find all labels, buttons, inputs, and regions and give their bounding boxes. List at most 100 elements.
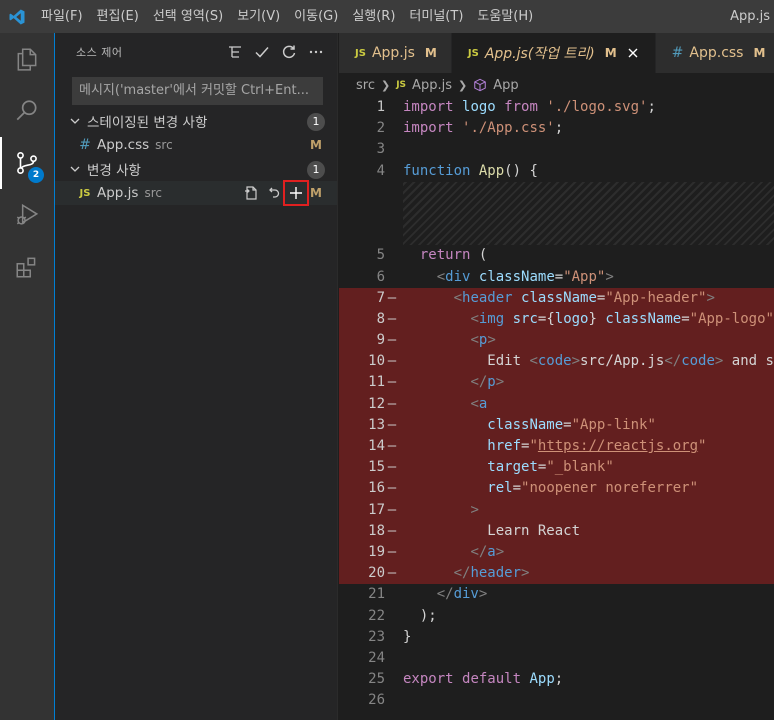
discard-icon xyxy=(269,187,280,198)
search-button[interactable] xyxy=(0,85,54,137)
ellipsis-icon xyxy=(309,50,323,54)
commit-message-input[interactable]: 메시지('master'에서 커밋할 Ctrl+Ent... xyxy=(72,77,323,105)
breadcrumb-folder[interactable]: src xyxy=(356,78,375,93)
changes-count-badge: 1 xyxy=(307,161,325,179)
activity-bar: 2 xyxy=(0,33,54,720)
deleted-line: 14— href="https://reactjs.org" xyxy=(339,436,774,458)
code-line: 21 </div> xyxy=(368,586,488,603)
vscode-logo-icon xyxy=(0,0,34,33)
run-debug-icon xyxy=(16,203,39,225)
chevron-down-icon xyxy=(67,109,83,133)
chevron-right-icon: ❯ xyxy=(457,78,468,92)
breadcrumb-file[interactable]: App.js xyxy=(412,78,452,93)
staged-file-app-css[interactable]: # App.css src M xyxy=(55,133,337,157)
tab-app-css[interactable]: # App.css M xyxy=(655,33,774,73)
deleted-line: 8— <img src={logo} className="App-logo" xyxy=(339,308,774,331)
deleted-line: 7— <header className="App-header"> xyxy=(339,287,774,309)
refresh-button[interactable] xyxy=(280,43,298,61)
deleted-line: 10— Edit <code>src/App.js</code> and s xyxy=(339,351,774,373)
changes-label: 변경 사항 xyxy=(87,163,141,179)
deleted-line: 15— target="_blank" xyxy=(339,457,774,479)
editor-tabs: JS App.js M JS App.js(작업 트리) M # App.css… xyxy=(339,33,774,73)
js-file-icon: JS xyxy=(355,47,366,59)
menu-help[interactable]: 도움말(H) xyxy=(470,0,540,33)
title-bar: 파일(F) 편집(E) 선택 영역(S) 보기(V) 이동(G) 실행(R) 터… xyxy=(0,0,774,33)
tab-modified-badge: M xyxy=(604,46,617,60)
code-line: 1 import logo from './logo.svg'; xyxy=(376,99,656,115)
more-actions-button[interactable] xyxy=(307,43,325,61)
code-line: 23} xyxy=(368,628,412,645)
source-control-panel: 소스 제어 메시지('master'에서 커밋할 Ctrl+Ent... 스테이… xyxy=(54,33,338,720)
check-icon xyxy=(255,47,269,58)
changes-group[interactable]: 변경 사항 1 xyxy=(55,157,337,181)
css-file-icon: # xyxy=(79,137,91,153)
close-icon[interactable] xyxy=(625,45,641,61)
run-debug-button[interactable] xyxy=(0,189,54,241)
symbol-class-icon xyxy=(474,78,486,92)
tab-modified-badge: M xyxy=(753,46,766,60)
file-folder: src xyxy=(155,138,173,152)
discard-changes-button[interactable] xyxy=(263,183,283,203)
deleted-line: 20— </header> xyxy=(339,563,774,585)
js-file-icon: JS xyxy=(79,187,91,199)
code-line: 25 export default App; xyxy=(368,671,564,688)
tab-label: App.js xyxy=(371,45,415,61)
tab-app-js[interactable]: JS App.js M xyxy=(339,33,452,73)
file-status: M xyxy=(310,186,322,200)
refresh-icon xyxy=(282,45,296,59)
code-line: 5 return ( xyxy=(376,247,488,264)
file-name: App.css xyxy=(97,137,150,153)
menu-view[interactable]: 보기(V) xyxy=(230,0,287,33)
menu-file[interactable]: 파일(F) xyxy=(34,0,90,33)
breadcrumb: src ❯ JS App.js ❯ App xyxy=(339,73,774,97)
deleted-line: 17— > xyxy=(339,499,774,521)
code-line: 6 <div className="App"> xyxy=(376,268,614,285)
deleted-line: 16— rel="noopener noreferrer" xyxy=(339,478,774,500)
go-to-file-icon xyxy=(245,186,257,200)
deleted-line: 11— </p> xyxy=(339,372,774,394)
stage-changes-button[interactable] xyxy=(283,180,309,206)
panel-title: 소스 제어 xyxy=(76,46,123,59)
deleted-line: 12— <a xyxy=(339,393,774,415)
css-file-icon: # xyxy=(671,45,684,61)
chevron-right-icon: ❯ xyxy=(380,78,391,92)
staged-changes-label: 스테이징된 변경 사항 xyxy=(87,115,208,131)
plus-icon xyxy=(290,187,302,199)
code-line: 24 xyxy=(368,649,385,666)
file-status: M xyxy=(310,138,322,152)
changed-file-app-js[interactable]: JS App.js src M xyxy=(55,180,337,206)
deleted-line: 13— className="App-link" xyxy=(339,414,774,437)
deleted-line: 19— </a> xyxy=(339,541,774,564)
breadcrumb-symbol[interactable]: App xyxy=(493,78,518,93)
list-tree-icon xyxy=(229,46,241,58)
menu-selection[interactable]: 선택 영역(S) xyxy=(146,0,230,33)
search-icon xyxy=(16,100,37,121)
menu-edit[interactable]: 편집(E) xyxy=(90,0,146,33)
tab-app-js-working-tree[interactable]: JS App.js(작업 트리) M xyxy=(451,33,656,73)
menu-run[interactable]: 실행(R) xyxy=(345,0,402,33)
code-line: 22 ); xyxy=(368,607,437,624)
menu-terminal[interactable]: 터미널(T) xyxy=(402,0,470,33)
code-line: 4 function App() { xyxy=(376,162,538,179)
editor-area: JS App.js M JS App.js(작업 트리) M # App.css… xyxy=(339,33,774,720)
code-line: 2 import './App.css'; xyxy=(376,120,564,137)
code-line: 26 xyxy=(368,692,385,709)
code-editor[interactable]: 1 import logo from './logo.svg'; 2 import … xyxy=(339,97,774,711)
tab-label: App.js(작업 트리) xyxy=(484,46,595,62)
deleted-line: 18— Learn React xyxy=(339,520,774,542)
commit-button[interactable] xyxy=(253,43,271,61)
tab-modified-badge: M xyxy=(424,46,437,60)
source-control-button[interactable]: 2 xyxy=(0,137,54,189)
code-line: 3 xyxy=(376,141,385,158)
extensions-button[interactable] xyxy=(0,241,54,293)
view-as-tree-button[interactable] xyxy=(226,43,244,61)
menu-bar: 파일(F) 편집(E) 선택 영역(S) 보기(V) 이동(G) 실행(R) 터… xyxy=(34,0,540,33)
staged-changes-group[interactable]: 스테이징된 변경 사항 1 xyxy=(55,109,337,133)
window-title: App.js xyxy=(730,9,770,24)
diff-placeholder-hatch xyxy=(403,181,774,246)
explorer-button[interactable] xyxy=(0,33,54,85)
open-file-button[interactable] xyxy=(241,183,261,203)
files-icon xyxy=(17,48,37,71)
menu-go[interactable]: 이동(G) xyxy=(287,0,345,33)
js-file-icon: JS xyxy=(467,47,479,59)
